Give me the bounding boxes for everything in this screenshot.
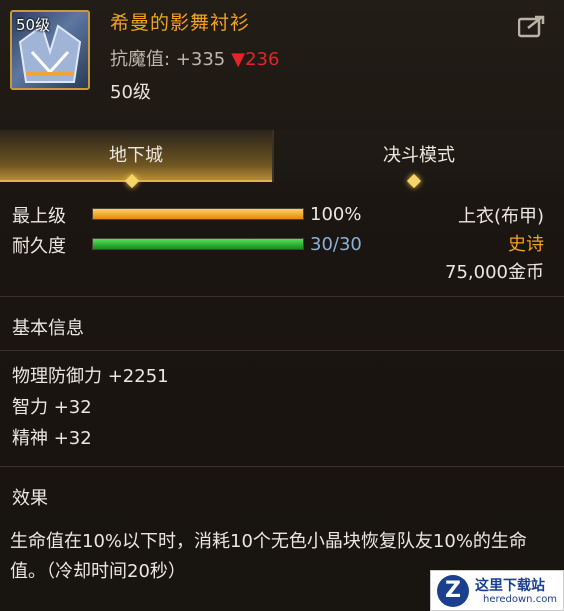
- grade-label: 最上级: [12, 206, 66, 227]
- magic-resist-line: 抗魔值: +335 ▼236: [110, 45, 279, 71]
- tab-pvp[interactable]: 决斗模式: [274, 130, 564, 182]
- divider: [0, 350, 564, 351]
- durability-bar: [92, 238, 304, 250]
- required-level: 50级: [110, 82, 151, 103]
- share-icon[interactable]: [517, 14, 546, 38]
- grade-value: 100%: [310, 204, 362, 225]
- stat-intelligence: 智力 +32: [12, 397, 92, 418]
- stat-spirit: 精神 +32: [12, 428, 92, 449]
- item-name: 希曼的影舞衬衫: [110, 12, 251, 34]
- magic-resist-value: 抗魔值: +335: [110, 49, 226, 70]
- magic-resist-down: ▼236: [231, 49, 280, 70]
- stat-physical-defense: 物理防御力 +2251: [12, 366, 169, 387]
- basic-info-title: 基本信息: [12, 318, 84, 339]
- item-icon: 50级: [10, 10, 90, 90]
- divider: [0, 296, 564, 297]
- durability-value: 30/30: [310, 234, 362, 255]
- divider: [0, 466, 564, 467]
- effect-title: 效果: [12, 488, 48, 509]
- item-price: 75,000金币: [445, 262, 544, 283]
- tab-dungeon[interactable]: 地下城: [0, 130, 272, 182]
- watermark-url: heredown.com: [483, 594, 558, 605]
- durability-label: 耐久度: [12, 236, 66, 257]
- durability-bar-fill: [93, 239, 303, 249]
- item-rarity: 史诗: [508, 234, 544, 255]
- item-tooltip-panel: 50级 希曼的影舞衬衫 抗魔值: +335 ▼236 50级 地下城 决斗模式 最…: [0, 0, 564, 611]
- grade-bar: [92, 208, 304, 220]
- watermark-logo-icon: Z: [437, 575, 469, 607]
- item-icon-level: 50级: [16, 16, 51, 34]
- mode-tabs: 地下城 决斗模式: [0, 130, 564, 184]
- item-slot: 上衣(布甲): [457, 206, 544, 227]
- grade-bar-fill: [93, 209, 303, 219]
- watermark-title: 这里下载站: [475, 578, 545, 594]
- watermark: Z 这里下载站 heredown.com: [430, 570, 564, 611]
